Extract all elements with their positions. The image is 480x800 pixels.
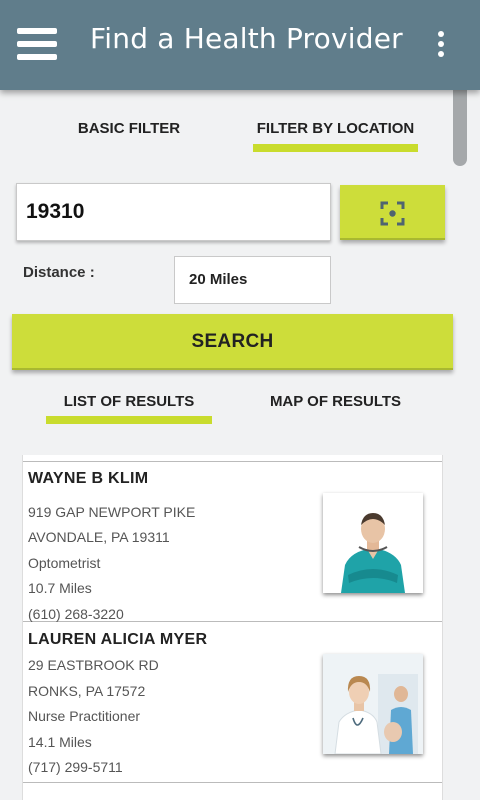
provider-phone[interactable]: (717) 299-5711 (28, 759, 123, 775)
scrollbar[interactable] (453, 90, 467, 166)
provider-address-line2: RONKS, PA 17572 (28, 683, 146, 699)
provider-name: LAUREN ALICIA MYER (28, 631, 208, 648)
provider-address-line1: 919 GAP NEWPORT PIKE (28, 504, 196, 520)
provider-address-line2: AVONDALE, PA 19311 (28, 529, 170, 545)
tab-active-indicator (253, 144, 418, 152)
crosshair-locate-icon (380, 201, 405, 226)
results-list: WAYNE B KLIM 919 GAP NEWPORT PIKE AVONDA… (22, 455, 443, 800)
distance-label: Distance : (23, 264, 95, 281)
provider-photo (323, 654, 423, 754)
provider-distance: 10.7 Miles (28, 580, 92, 596)
provider-phone[interactable]: (610) 268-3220 (28, 606, 124, 622)
search-button[interactable]: SEARCH (12, 314, 453, 370)
tab-map-of-results[interactable]: MAP OF RESULTS (253, 393, 418, 410)
tab-list-of-results[interactable]: LIST OF RESULTS (46, 393, 212, 410)
tab-filter-by-location[interactable]: FILTER BY LOCATION (253, 120, 418, 137)
tab-basic-filter[interactable]: BASIC FILTER (60, 120, 198, 137)
app-title: Find a Health Provider (90, 22, 403, 55)
locate-me-button[interactable] (340, 185, 445, 240)
hamburger-menu-icon[interactable] (17, 28, 57, 62)
list-item[interactable]: LAUREN ALICIA MYER 29 EASTBROOK RD RONKS… (23, 623, 442, 783)
zip-code-input[interactable]: 19310 (16, 183, 331, 241)
results-tab-active-indicator (46, 416, 212, 424)
provider-specialty: Optometrist (28, 555, 101, 571)
app-bar: Find a Health Provider (0, 0, 480, 90)
provider-distance: 14.1 Miles (28, 734, 92, 750)
provider-address-line1: 29 EASTBROOK RD (28, 657, 159, 673)
list-item[interactable]: WAYNE B KLIM 919 GAP NEWPORT PIKE AVONDA… (23, 462, 442, 622)
overflow-menu-icon[interactable] (436, 31, 446, 61)
distance-select[interactable]: 20 Miles (174, 256, 331, 304)
provider-specialty: Nurse Practitioner (28, 708, 141, 724)
provider-name: WAYNE B KLIM (28, 470, 149, 487)
provider-photo (323, 493, 423, 593)
